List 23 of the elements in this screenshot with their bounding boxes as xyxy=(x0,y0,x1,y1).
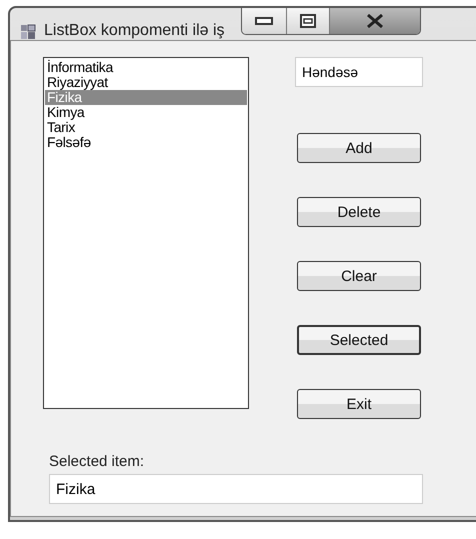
maximize-icon xyxy=(300,14,316,28)
list-item[interactable]: Fizika xyxy=(45,90,247,105)
list-item[interactable]: Tarix xyxy=(45,120,247,135)
action-button[interactable]: Clear xyxy=(297,261,421,291)
list-item[interactable]: Fəlsəfə xyxy=(45,135,247,150)
minimize-icon xyxy=(254,17,273,25)
selected-item-label: Selected item: xyxy=(49,453,146,470)
window-icon xyxy=(20,24,36,40)
action-button[interactable]: Exit xyxy=(297,389,421,419)
list-item[interactable]: İnformatika xyxy=(45,60,247,75)
minimize-button[interactable] xyxy=(242,8,286,34)
action-button[interactable]: Delete xyxy=(297,197,421,227)
close-button[interactable] xyxy=(328,8,420,34)
action-button[interactable]: Add xyxy=(297,133,421,163)
list-item[interactable]: Riyaziyyat xyxy=(45,75,247,90)
selected-item-field[interactable]: Fizika xyxy=(49,474,423,504)
list-box[interactable]: İnformatika Riyaziyyat Fizika Kimya Tarix Fəlsəfə xyxy=(43,57,249,409)
action-button[interactable]: Selected xyxy=(297,325,421,355)
list-item[interactable]: Kimya xyxy=(45,105,247,120)
text-field[interactable]: Həndəsə xyxy=(295,57,423,87)
close-icon xyxy=(366,14,384,28)
window-title: ListBox kompomenti ilə iş xyxy=(44,22,225,40)
maximize-button[interactable] xyxy=(286,8,329,34)
